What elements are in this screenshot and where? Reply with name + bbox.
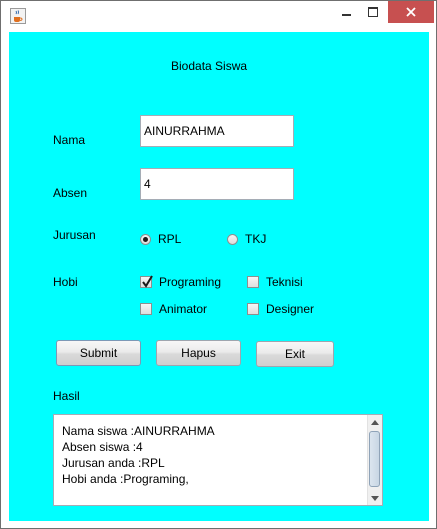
scroll-down-button[interactable]	[368, 491, 382, 505]
radio-rpl-label: RPL	[158, 232, 182, 246]
checkbox-designer-label: Designer	[266, 302, 315, 316]
title-bar[interactable]	[1, 1, 436, 31]
scroll-thumb[interactable]	[369, 431, 380, 487]
nama-input[interactable]	[140, 115, 294, 147]
checkbox-teknisi[interactable]: Teknisi	[247, 275, 303, 289]
radio-tkj-label: TKJ	[245, 232, 267, 246]
radio-tkj[interactable]: TKJ	[227, 232, 266, 246]
hasil-text: Nama siswa :AINURRAHMA Absen siswa :4 Ju…	[62, 423, 215, 487]
arrow-up-icon	[371, 419, 379, 425]
radio-rpl[interactable]: RPL	[140, 232, 181, 246]
form-title: Biodata Siswa	[171, 59, 248, 73]
minimize-button[interactable]	[333, 1, 359, 23]
checkbox-unchecked-icon	[140, 303, 152, 315]
checkbox-programing-label: Programing	[159, 275, 222, 289]
scroll-up-button[interactable]	[368, 415, 382, 429]
checkbox-animator[interactable]: Animator	[140, 302, 207, 316]
hasil-line: Nama siswa :AINURRAHMA	[62, 424, 215, 438]
close-button[interactable]	[388, 1, 434, 23]
absen-label: Absen	[53, 186, 88, 200]
checkbox-teknisi-label: Teknisi	[266, 275, 303, 289]
hasil-line: Hobi anda :Programing,	[62, 472, 189, 486]
checkbox-checked-icon	[140, 275, 153, 288]
hapus-button[interactable]: Hapus	[156, 340, 241, 366]
form-panel: Biodata Siswa Nama Absen Jurusan RPL TKJ…	[9, 32, 429, 521]
jurusan-label: Jurusan	[53, 228, 96, 242]
app-window: Biodata Siswa Nama Absen Jurusan RPL TKJ…	[0, 0, 437, 529]
radio-unselected-icon	[227, 233, 238, 245]
exit-button[interactable]: Exit	[256, 341, 334, 367]
checkbox-animator-label: Animator	[159, 302, 208, 316]
nama-label: Nama	[53, 133, 86, 147]
checkbox-programing[interactable]: Programing	[140, 275, 221, 289]
submit-button[interactable]: Submit	[56, 340, 141, 366]
hasil-line: Jurusan anda :RPL	[62, 456, 165, 470]
minimize-icon	[341, 14, 351, 16]
hasil-line: Absen siswa :4	[62, 440, 143, 454]
hasil-textarea[interactable]: Nama siswa :AINURRAHMA Absen siswa :4 Ju…	[53, 414, 383, 506]
close-icon	[406, 7, 416, 17]
absen-input[interactable]	[140, 168, 294, 200]
radio-selected-icon	[140, 233, 151, 245]
vertical-scrollbar[interactable]	[367, 415, 382, 505]
maximize-button[interactable]	[360, 1, 386, 23]
arrow-down-icon	[371, 495, 379, 501]
hasil-label: Hasil	[53, 389, 80, 403]
checkbox-unchecked-icon	[247, 276, 259, 288]
hobi-label: Hobi	[53, 275, 78, 289]
java-coffee-icon[interactable]	[10, 8, 26, 24]
checkbox-unchecked-icon	[247, 303, 259, 315]
maximize-icon	[368, 7, 378, 17]
checkbox-designer[interactable]: Designer	[247, 302, 314, 316]
